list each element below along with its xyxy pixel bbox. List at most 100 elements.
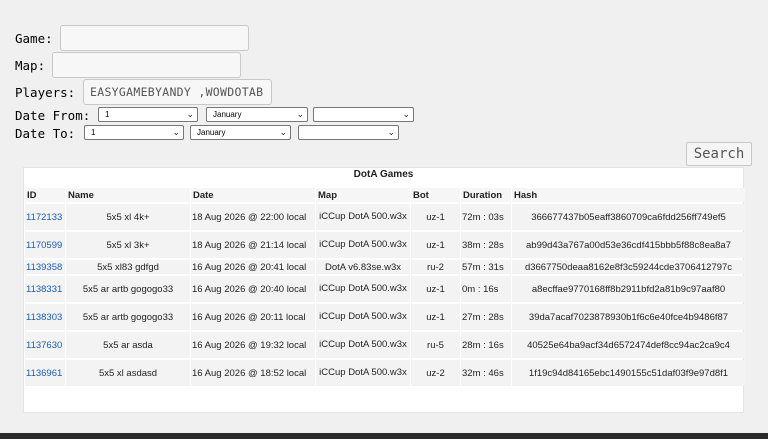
table-row: 1137630 5x5 ar asda 16 Aug 2026 @ 19:32 lo…: [25, 332, 745, 358]
game-id-link[interactable]: 1137630: [26, 340, 62, 351]
date-from-day-value: 1: [105, 110, 110, 119]
game-name-cell: 5x5 ar asda: [66, 332, 190, 358]
game-duration-cell: 27m : 28s: [461, 304, 511, 330]
table-row: 1170599 5x5 xl 3k+ 18 Aug 2026 @ 21:14 loc…: [25, 232, 745, 258]
game-id-link[interactable]: 1139358: [26, 262, 62, 273]
table-header-row: ID Name Date Map Bot Duration Hash: [25, 188, 745, 202]
game-date-cell: 16 Aug 2026 @ 20:40 local: [191, 276, 315, 302]
game-hash-cell: ab99d43a767a00d53e36cdf415bbb5f88c8ea8a7: [512, 232, 745, 258]
game-name-cell: 5x5 ar artb gogogo33: [66, 304, 190, 330]
game-id-link[interactable]: 1170599: [26, 240, 62, 251]
game-id-link[interactable]: 1172133: [26, 212, 62, 223]
game-duration-cell: 32m : 46s: [461, 360, 511, 386]
chevron-down-icon: ⌄: [387, 127, 395, 137]
game-id-link-cell: 1137630: [25, 332, 65, 358]
games-table: ID Name Date Map Bot Duration Hash 11721…: [24, 186, 746, 388]
table-row: 1139358 5x5 xl83 gdfgd 16 Aug 2026 @ 20:41…: [25, 260, 745, 274]
bottom-bar: [0, 433, 768, 439]
date-from-month-select[interactable]: January ⌄: [206, 107, 308, 122]
table-row: 1138303 5x5 ar artb gogogo33 16 Aug 2026 @…: [25, 304, 745, 330]
header-duration: Duration: [461, 188, 511, 202]
date-to-year-select[interactable]: ⌄: [298, 125, 399, 140]
header-hash: Hash: [512, 188, 745, 202]
chevron-down-icon: ⌄: [172, 127, 180, 137]
game-hash-cell: 1f19c94d84165ebc1490155c51daf03f9e97d8f1: [512, 360, 745, 386]
header-map: Map: [316, 188, 410, 202]
map-input[interactable]: [52, 52, 241, 78]
table-row: 1172133 5x5 xl 4k+ 18 Aug 2026 @ 22:00 loc…: [25, 204, 745, 230]
game-duration-cell: 0m : 16s: [461, 276, 511, 302]
map-label: Map:: [15, 58, 46, 73]
game-id-link-cell: 1172133: [25, 204, 65, 230]
game-bot-cell: uz-1: [411, 204, 460, 230]
game-hash-cell: 40525e64ba9acf34d6572474def8cc94ac2ca9c4: [512, 332, 745, 358]
games-panel: DotA Games ID Name Date Map Bot Duration…: [23, 167, 746, 413]
date-from-day-select[interactable]: 1 ⌄: [98, 107, 198, 122]
game-date-cell: 16 Aug 2026 @ 20:41 local: [191, 260, 315, 274]
game-bot-cell: uz-1: [411, 304, 460, 330]
game-name-cell: 5x5 xl 4k+: [66, 204, 190, 230]
table-caption: DotA Games: [353, 169, 414, 180]
game-map-cell: iCCup DotA 500.w3x: [316, 332, 410, 358]
game-bot-cell: uz-1: [411, 232, 460, 258]
header-name: Name: [66, 188, 190, 202]
header-id: ID: [25, 188, 65, 202]
game-bot-cell: uz-2: [411, 360, 460, 386]
game-map-cell: iCCup DotA 500.w3x: [316, 204, 410, 230]
game-name-cell: 5x5 xl asdasd: [66, 360, 190, 386]
game-map-cell: iCCup DotA 500.w3x: [316, 232, 410, 258]
header-date: Date: [191, 188, 315, 202]
game-input[interactable]: [60, 25, 249, 51]
date-to-day-value: 1: [91, 128, 96, 137]
game-date-cell: 16 Aug 2026 @ 20:11 local: [191, 304, 315, 330]
date-to-label: Date To:: [15, 126, 76, 141]
game-map-cell: DotA v6.83se.w3x: [316, 260, 410, 274]
game-bot-cell: ru-5: [411, 332, 460, 358]
date-from-month-value: January: [213, 110, 242, 119]
date-to-month-select[interactable]: January ⌄: [190, 125, 291, 140]
search-button[interactable]: Search: [686, 142, 752, 166]
game-bot-cell: uz-1: [411, 276, 460, 302]
game-id-link[interactable]: 1138303: [26, 312, 62, 323]
game-label: Game:: [15, 31, 53, 46]
game-name-cell: 5x5 xl 3k+: [66, 232, 190, 258]
game-name-cell: 5x5 ar artb gogogo33: [66, 276, 190, 302]
game-date-cell: 16 Aug 2026 @ 19:32 local: [191, 332, 315, 358]
game-hash-cell: 39da7acaf7023878930b1f6c6e40fce4b9486f87: [512, 304, 745, 330]
game-id-link-cell: 1139358: [25, 260, 65, 274]
chevron-down-icon: ⌄: [279, 127, 287, 137]
game-hash-cell: d3667750deaa8162e8f3c59244cde3706412797c: [512, 260, 745, 274]
players-label: Players:: [15, 85, 76, 100]
game-duration-cell: 28m : 16s: [461, 332, 511, 358]
game-hash-cell: 366677437b05eaff3860709ca6fdd256ff749ef5: [512, 204, 745, 230]
chevron-down-icon: ⌄: [186, 109, 194, 119]
game-map-cell: iCCup DotA 500.w3x: [316, 276, 410, 302]
game-date-cell: 16 Aug 2026 @ 18:52 local: [191, 360, 315, 386]
game-name-cell: 5x5 xl83 gdfgd: [66, 260, 190, 274]
game-id-link[interactable]: 1138331: [26, 284, 62, 295]
game-id-link-cell: 1170599: [25, 232, 65, 258]
table-row: 1136961 5x5 xl asdasd 16 Aug 2026 @ 18:52 …: [25, 360, 745, 386]
game-map-cell: iCCup DotA 500.w3x: [316, 304, 410, 330]
date-from-label: Date From:: [15, 108, 91, 123]
game-duration-cell: 38m : 28s: [461, 232, 511, 258]
chevron-down-icon: ⌄: [402, 109, 410, 119]
game-duration-cell: 72m : 03s: [461, 204, 511, 230]
game-map-cell: iCCup DotA 500.w3x: [316, 360, 410, 386]
date-to-day-select[interactable]: 1 ⌄: [84, 125, 184, 140]
chevron-down-icon: ⌄: [296, 109, 304, 119]
header-bot: Bot: [411, 188, 460, 202]
table-row: 1138331 5x5 ar artb gogogo33 16 Aug 2026 @…: [25, 276, 745, 302]
game-bot-cell: ru-2: [411, 260, 460, 274]
date-from-year-select[interactable]: ⌄: [313, 107, 414, 122]
game-date-cell: 18 Aug 2026 @ 21:14 local: [191, 232, 315, 258]
game-id-link-cell: 1138331: [25, 276, 65, 302]
date-to-month-value: January: [197, 128, 226, 137]
game-date-cell: 18 Aug 2026 @ 22:00 local: [191, 204, 315, 230]
game-id-link[interactable]: 1136961: [26, 368, 62, 379]
players-input[interactable]: EASYGAMEBYANDY ,WOWDOTAB: [83, 79, 272, 105]
game-id-link-cell: 1138303: [25, 304, 65, 330]
game-duration-cell: 57m : 31s: [461, 260, 511, 274]
game-hash-cell: a8ecffae9770168ff8b2911bfd2a81b9c97aaf80: [512, 276, 745, 302]
game-id-link-cell: 1136961: [25, 360, 65, 386]
